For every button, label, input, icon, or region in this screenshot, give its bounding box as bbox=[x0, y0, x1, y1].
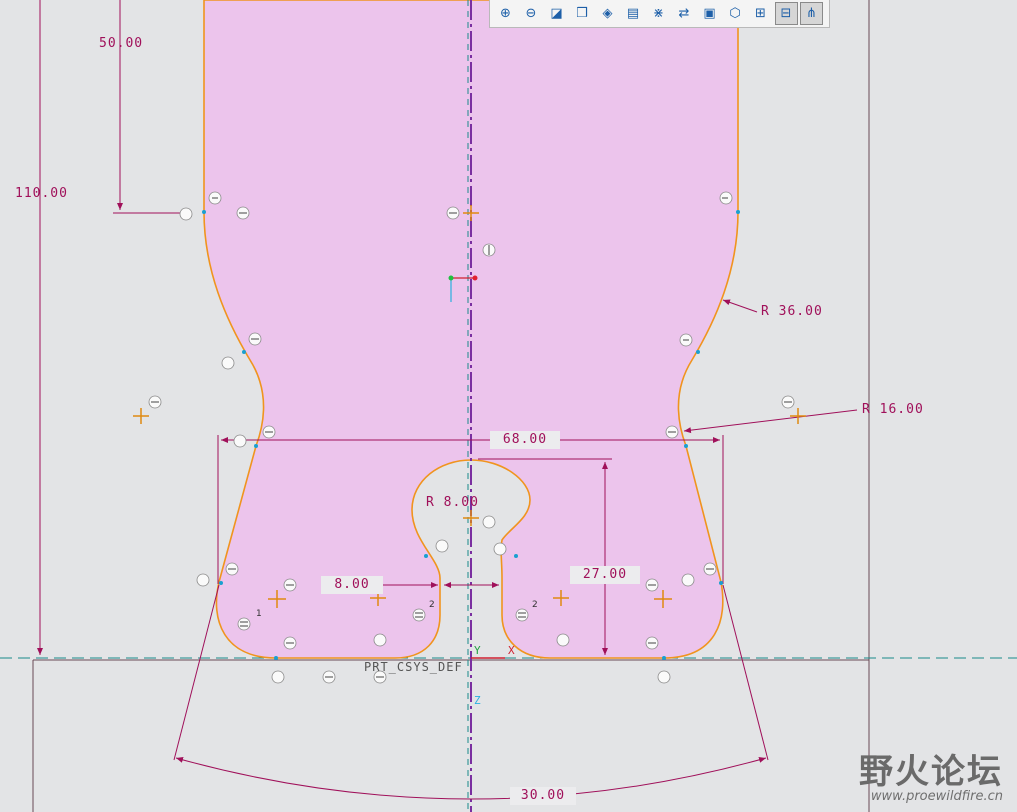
radius-8-label[interactable]: R 8.00 bbox=[426, 495, 479, 511]
vertex-display-icon[interactable]: ⋔ bbox=[800, 2, 823, 25]
axis-label-z: Z bbox=[474, 694, 482, 707]
sketch-orientation-icon[interactable]: ⇄ bbox=[673, 2, 696, 25]
watermark-url: www.proewildfire.cn bbox=[870, 789, 1003, 804]
svg-text:1: 1 bbox=[256, 609, 262, 619]
axis-label-y: Y bbox=[474, 644, 482, 657]
axis-label-x: X bbox=[508, 644, 516, 657]
radius-16-label[interactable]: R 16.00 bbox=[862, 402, 924, 418]
dimension-30-label[interactable]: 30.00 bbox=[510, 787, 576, 805]
dimension-68-label[interactable]: 68.00 bbox=[490, 431, 560, 449]
refit-icon[interactable]: ◪ bbox=[545, 2, 568, 25]
graphics-toolbar: ⊕ ⊖ ◪ ❒ ◈ ▤ ⋇ ⇄ ▣ ⬡ ⊞ ⊟ ⋔ bbox=[489, 0, 830, 28]
csys-label: PRT_CSYS_DEF bbox=[364, 660, 463, 674]
zoom-out-icon[interactable]: ⊖ bbox=[520, 2, 543, 25]
dimension-8-label[interactable]: 8.00 bbox=[321, 576, 383, 594]
dimension-50-label[interactable]: 50.00 bbox=[99, 36, 143, 52]
sketcher-display-icon[interactable]: ⊞ bbox=[749, 2, 772, 25]
dimension-27-label[interactable]: 27.00 bbox=[570, 566, 640, 584]
view-manager-icon[interactable]: ▤ bbox=[622, 2, 645, 25]
display-style-icon[interactable]: ❒ bbox=[571, 2, 594, 25]
datum-display-icon[interactable]: ⋇ bbox=[647, 2, 670, 25]
constraints-display-icon[interactable]: ⊟ bbox=[774, 2, 798, 25]
svg-text:2: 2 bbox=[429, 600, 435, 610]
watermark-logo-text: 野火论坛 bbox=[859, 752, 1003, 792]
svg-text:2: 2 bbox=[532, 600, 538, 610]
zoom-in-icon[interactable]: ⊕ bbox=[494, 2, 517, 25]
saved-views-icon[interactable]: ◈ bbox=[596, 2, 619, 25]
dimension-50[interactable] bbox=[113, 0, 186, 214]
dimension-110-label[interactable]: 110.00 bbox=[15, 186, 68, 202]
forum-watermark: 野火论坛 www.proewildfire.cn bbox=[859, 744, 1003, 804]
perspective-icon[interactable]: ⬡ bbox=[724, 2, 747, 25]
shade-icon[interactable]: ▣ bbox=[698, 2, 721, 25]
radius-36-label[interactable]: R 36.00 bbox=[761, 304, 823, 320]
